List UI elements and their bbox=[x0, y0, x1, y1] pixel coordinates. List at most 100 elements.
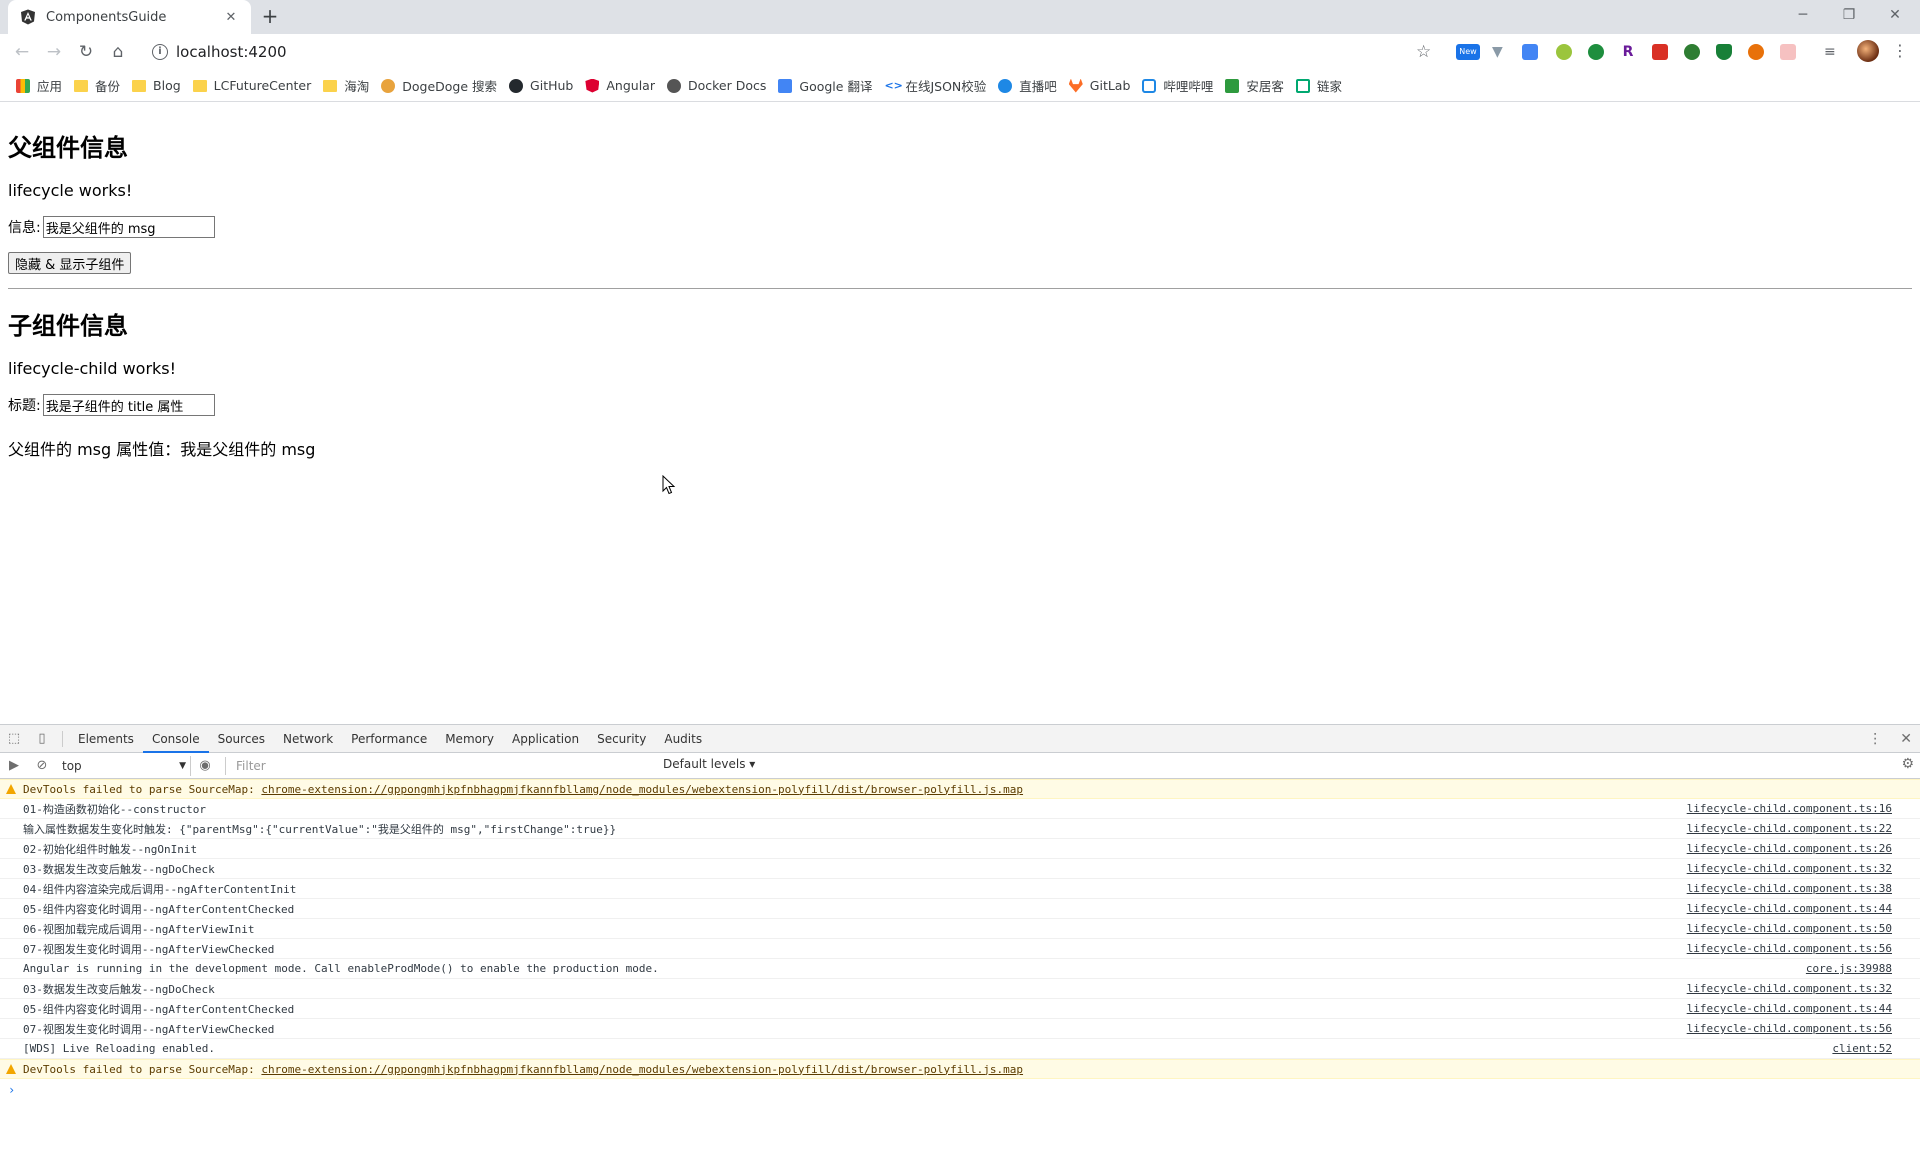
source-link[interactable]: lifecycle-child.component.ts:16 bbox=[1687, 802, 1892, 815]
address-bar[interactable]: i localhost:4200 bbox=[140, 38, 1408, 66]
bookmark-label: DogeDoge 搜索 bbox=[402, 79, 498, 94]
tab-memory[interactable]: Memory bbox=[436, 725, 503, 753]
docker-icon bbox=[666, 78, 681, 93]
download-extension-icon[interactable] bbox=[1684, 44, 1700, 60]
bookmark-google-translate[interactable]: Google 翻译 bbox=[774, 72, 880, 100]
pink-extension-icon[interactable] bbox=[1780, 44, 1796, 60]
console-settings-gear-icon[interactable]: ⚙ bbox=[1901, 756, 1914, 772]
home-icon[interactable]: ⌂ bbox=[104, 38, 132, 66]
clear-console-icon[interactable]: ⊘ bbox=[28, 752, 56, 780]
context-value: top bbox=[62, 758, 82, 773]
source-link[interactable]: lifecycle-child.component.ts:22 bbox=[1687, 822, 1892, 835]
source-link[interactable]: lifecycle-child.component.ts:56 bbox=[1687, 942, 1892, 955]
bookmark-anjuke[interactable]: 安居客 bbox=[1221, 72, 1292, 100]
green-leaf-extension-icon[interactable] bbox=[1588, 44, 1604, 60]
source-link[interactable]: lifecycle-child.component.ts:50 bbox=[1687, 922, 1892, 935]
hex-extension-icon[interactable] bbox=[1556, 44, 1572, 60]
new-tab-button[interactable]: + bbox=[258, 5, 282, 29]
r-extension-icon[interactable]: R bbox=[1620, 44, 1636, 60]
bookmark-folder-blog[interactable]: Blog bbox=[128, 72, 189, 100]
url-text[interactable]: localhost:4200 bbox=[176, 43, 287, 61]
source-link[interactable]: lifecycle-child.component.ts:56 bbox=[1687, 1022, 1892, 1035]
tab-console[interactable]: Console bbox=[142, 725, 209, 753]
source-link[interactable]: core.js:39988 bbox=[1806, 962, 1892, 975]
bookmark-github[interactable]: GitHub bbox=[505, 72, 581, 100]
reload-icon[interactable]: ↻ bbox=[72, 38, 100, 66]
tab-elements[interactable]: Elements bbox=[69, 725, 143, 753]
share-extension-icon[interactable] bbox=[1748, 44, 1764, 60]
log-levels-dropdown[interactable]: Default levels ▾ bbox=[663, 757, 755, 771]
sourcemap-link[interactable]: chrome-extension://gppongmhjkpfnbhagpmjf… bbox=[261, 783, 1023, 796]
bookmark-gitlab[interactable]: GitLab bbox=[1065, 72, 1139, 100]
console-prompt[interactable]: › bbox=[0, 1079, 1920, 1101]
bookmark-zhibo8[interactable]: 直播吧 bbox=[994, 72, 1065, 100]
profile-avatar[interactable] bbox=[1857, 40, 1879, 62]
sourcemap-link[interactable]: chrome-extension://gppongmhjkpfnbhagpmjf… bbox=[261, 1063, 1023, 1076]
source-link[interactable]: client:52 bbox=[1832, 1042, 1892, 1055]
tab-audits[interactable]: Audits bbox=[655, 725, 711, 753]
forward-icon[interactable]: → bbox=[40, 38, 68, 66]
source-link[interactable]: lifecycle-child.component.ts:26 bbox=[1687, 842, 1892, 855]
bookmark-label: Angular bbox=[606, 78, 655, 93]
chrome-menu-icon[interactable]: ⋮ bbox=[1892, 41, 1908, 60]
close-devtools-icon[interactable]: ✕ bbox=[1900, 731, 1912, 747]
context-select[interactable]: top ▼ bbox=[56, 755, 191, 776]
bookmark-dogedoge[interactable]: DogeDoge 搜索 bbox=[377, 72, 505, 100]
msg-input[interactable] bbox=[42, 216, 215, 238]
restore-icon[interactable]: ❐ bbox=[1826, 0, 1872, 30]
new-extension-icon[interactable]: New bbox=[1456, 44, 1480, 60]
shield-extension-icon[interactable] bbox=[1716, 44, 1732, 60]
tab-performance[interactable]: Performance bbox=[342, 725, 436, 753]
bookmark-lianjia[interactable]: 链家 bbox=[1292, 72, 1350, 100]
vue-devtools-icon[interactable]: ▼ bbox=[1492, 44, 1508, 60]
bookmark-folder-haitao[interactable]: 海淘 bbox=[319, 72, 377, 100]
bookmark-star-icon[interactable]: ☆ bbox=[1416, 42, 1431, 62]
console-log: 05-组件内容变化时调用--ngAfterContentChecked lifec… bbox=[0, 899, 1920, 919]
tab-network[interactable]: Network bbox=[274, 725, 342, 753]
tab-security[interactable]: Security bbox=[588, 725, 655, 753]
bookmark-json-validator[interactable]: <> 在线JSON校验 bbox=[880, 72, 994, 100]
back-icon[interactable]: ← bbox=[8, 38, 36, 66]
site-info-icon[interactable]: i bbox=[152, 44, 168, 60]
device-toolbar-icon[interactable]: ▯ bbox=[28, 725, 56, 753]
bookmark-docker-docs[interactable]: Docker Docs bbox=[663, 72, 774, 100]
console-log: 07-视图发生变化时调用--ngAfterViewChecked lifecycl… bbox=[0, 939, 1920, 959]
folder-icon bbox=[192, 79, 207, 92]
bookmark-label: Blog bbox=[153, 78, 181, 93]
sidebar-toggle-icon[interactable]: ▶ bbox=[0, 752, 28, 780]
bookmark-angular[interactable]: Angular bbox=[581, 72, 663, 100]
bookmark-folder-lcfuturecenter[interactable]: LCFutureCenter bbox=[189, 72, 320, 100]
close-window-icon[interactable]: ✕ bbox=[1872, 0, 1918, 30]
console-filter-input[interactable]: Filter bbox=[225, 756, 625, 775]
tab-sources[interactable]: Sources bbox=[209, 725, 274, 753]
source-link[interactable]: lifecycle-child.component.ts:32 bbox=[1687, 862, 1892, 875]
source-link[interactable]: lifecycle-child.component.ts:38 bbox=[1687, 882, 1892, 895]
reading-list-icon[interactable]: ≡ bbox=[1824, 44, 1840, 60]
toggle-child-button[interactable]: 隐藏 & 显示子组件 bbox=[8, 252, 132, 274]
tab-title: ComponentsGuide bbox=[46, 9, 167, 25]
bookmark-folder-backup[interactable]: 备份 bbox=[70, 72, 128, 100]
bookmark-bilibili[interactable]: 哔哩哔哩 bbox=[1138, 72, 1221, 100]
bookmark-label: GitHub bbox=[530, 78, 574, 93]
apps-grid-icon bbox=[16, 78, 30, 93]
fe-extension-icon[interactable] bbox=[1652, 44, 1668, 60]
source-link[interactable]: lifecycle-child.component.ts:44 bbox=[1687, 902, 1892, 915]
inspect-element-icon[interactable]: ⬚ bbox=[0, 725, 28, 753]
minimize-icon[interactable]: ─ bbox=[1780, 0, 1826, 30]
source-link[interactable]: lifecycle-child.component.ts:32 bbox=[1687, 982, 1892, 995]
browser-tab[interactable]: ComponentsGuide ✕ bbox=[8, 0, 251, 34]
parent-works-text: lifecycle works! bbox=[8, 181, 133, 200]
translate-extension-icon[interactable] bbox=[1522, 44, 1538, 60]
close-tab-icon[interactable]: ✕ bbox=[223, 10, 239, 25]
console-toolbar: ▶ ⊘ top ▼ ◉ Filter Default levels ▾ ⚙ bbox=[0, 753, 1920, 779]
bookmark-label: Google 翻译 bbox=[799, 79, 873, 94]
live-expression-eye-icon[interactable]: ◉ bbox=[191, 752, 219, 780]
console-log: 输入属性数据发生变化时触发: {"parentMsg":{"currentVal… bbox=[0, 819, 1920, 839]
chevron-down-icon: ▼ bbox=[179, 760, 186, 771]
bookmark-apps[interactable]: 应用 bbox=[12, 72, 70, 100]
child-works-text: lifecycle-child works! bbox=[8, 359, 177, 378]
source-link[interactable]: lifecycle-child.component.ts:44 bbox=[1687, 1002, 1892, 1015]
tab-application[interactable]: Application bbox=[503, 725, 588, 753]
devtools-menu-icon[interactable]: ⋮ bbox=[1868, 731, 1882, 747]
title-input[interactable] bbox=[42, 394, 215, 416]
